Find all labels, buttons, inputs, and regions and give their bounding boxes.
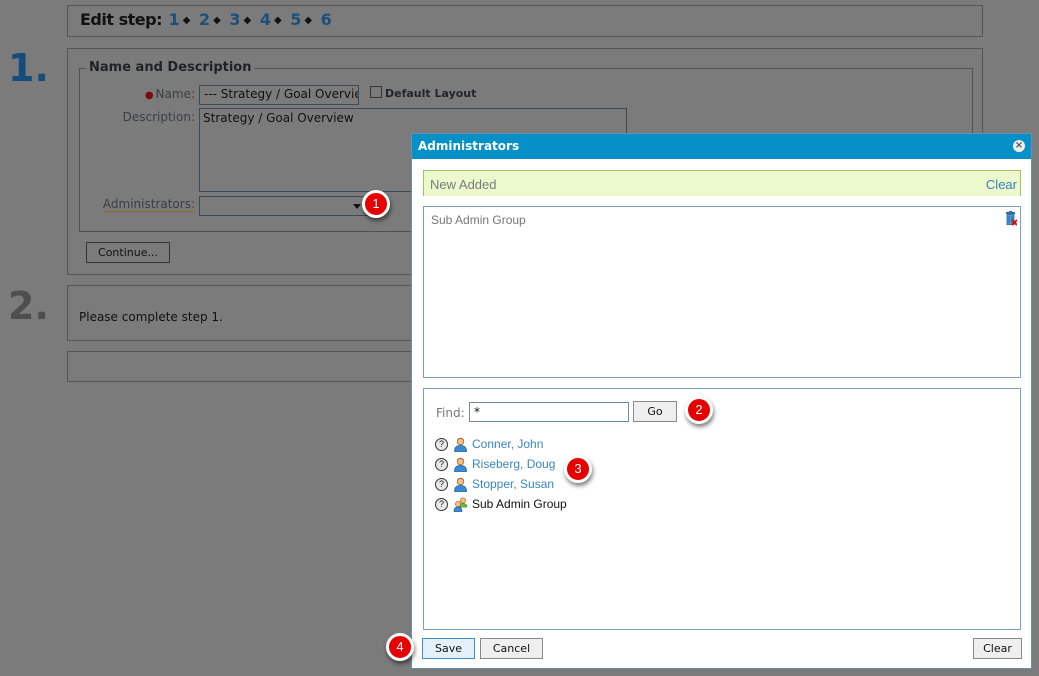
- edit-step-bar: Edit step: 1 ◆ 2 ◆ 3 ◆ 4 ◆ 5 ◆ 6: [67, 5, 983, 37]
- name-label-text: Name:: [155, 87, 195, 101]
- result-item: ? Sub Admin Group: [435, 495, 567, 513]
- default-layout-checkbox[interactable]: [370, 86, 382, 98]
- result-name-link[interactable]: Riseberg, Doug: [472, 457, 555, 471]
- chevron-down-icon: [353, 204, 361, 209]
- step-separator: ◆: [304, 15, 313, 26]
- required-marker-icon: ●: [144, 90, 154, 101]
- find-panel: Find: * Go ? Conner, John ? Riseberg, Do…: [423, 388, 1021, 630]
- go-button[interactable]: Go: [633, 401, 677, 422]
- default-layout-option[interactable]: Default Layout: [370, 86, 476, 100]
- name-input[interactable]: --- Strategy / Goal Overview: [199, 85, 359, 105]
- step-separator: ◆: [243, 15, 252, 26]
- fieldset-legend: Name and Description: [86, 60, 255, 75]
- callout-badge-3: 3: [564, 455, 592, 483]
- result-item: ? Conner, John: [435, 435, 543, 453]
- help-icon[interactable]: ?: [435, 477, 448, 491]
- administrators-label-text: Administrators:: [102, 197, 195, 212]
- step-separator: ◆: [182, 15, 191, 26]
- step-link-3[interactable]: 3: [229, 10, 240, 29]
- callout-badge-2: 2: [685, 396, 713, 424]
- user-icon: [454, 457, 467, 472]
- result-name-link[interactable]: Stopper, Susan: [472, 477, 554, 491]
- find-input[interactable]: *: [469, 402, 629, 422]
- administrators-label: Administrators:: [90, 197, 195, 212]
- user-icon: [454, 437, 467, 452]
- callout-badge-1: 1: [362, 190, 390, 218]
- description-label: Description:: [122, 110, 195, 124]
- continue-button[interactable]: Continue...: [86, 242, 170, 263]
- dialog-header: Administrators ×: [412, 134, 1031, 159]
- find-label: Find:: [436, 406, 465, 420]
- help-icon[interactable]: ?: [435, 457, 448, 471]
- added-item: Sub Admin Group: [431, 213, 526, 227]
- result-name[interactable]: Sub Admin Group: [472, 497, 567, 511]
- default-layout-label: Default Layout: [385, 87, 477, 100]
- help-icon[interactable]: ?: [435, 437, 448, 451]
- group-icon: [453, 497, 468, 512]
- save-button[interactable]: Save: [422, 638, 475, 659]
- result-item: ? Stopper, Susan: [435, 475, 554, 493]
- edit-step-label: Edit step:: [80, 10, 162, 29]
- result-item: ? Riseberg, Doug: [435, 455, 555, 473]
- help-icon[interactable]: ?: [435, 497, 448, 511]
- step-number-1: 1.: [8, 46, 49, 90]
- callout-badge-4: 4: [386, 633, 414, 661]
- step-link-6[interactable]: 6: [321, 10, 332, 29]
- administrators-select[interactable]: [199, 196, 368, 216]
- step-link-2[interactable]: 2: [199, 10, 210, 29]
- step-number-2: 2.: [8, 284, 49, 328]
- administrators-dialog: Administrators × New Added Clear Sub Adm…: [411, 133, 1032, 669]
- result-name-link[interactable]: Conner, John: [472, 437, 543, 451]
- trash-delete-icon[interactable]: [1005, 211, 1017, 226]
- added-items-list: Sub Admin Group: [423, 206, 1021, 378]
- clear-button[interactable]: Clear: [973, 638, 1022, 659]
- step2-message: Please complete step 1.: [79, 310, 223, 324]
- new-added-label: New Added: [430, 177, 497, 192]
- user-icon: [454, 477, 467, 492]
- step-link-5[interactable]: 5: [290, 10, 301, 29]
- step-link-1[interactable]: 1: [169, 10, 180, 29]
- dialog-title: Administrators: [418, 139, 520, 153]
- new-added-clear-link[interactable]: Clear: [986, 177, 1017, 192]
- close-icon[interactable]: ×: [1013, 140, 1025, 152]
- cancel-button[interactable]: Cancel: [480, 638, 543, 659]
- step-link-4[interactable]: 4: [260, 10, 271, 29]
- name-label: ● Name:: [120, 87, 195, 101]
- step-separator: ◆: [213, 15, 221, 26]
- step-separator: ◆: [273, 15, 282, 26]
- new-added-bar: New Added Clear: [423, 170, 1021, 196]
